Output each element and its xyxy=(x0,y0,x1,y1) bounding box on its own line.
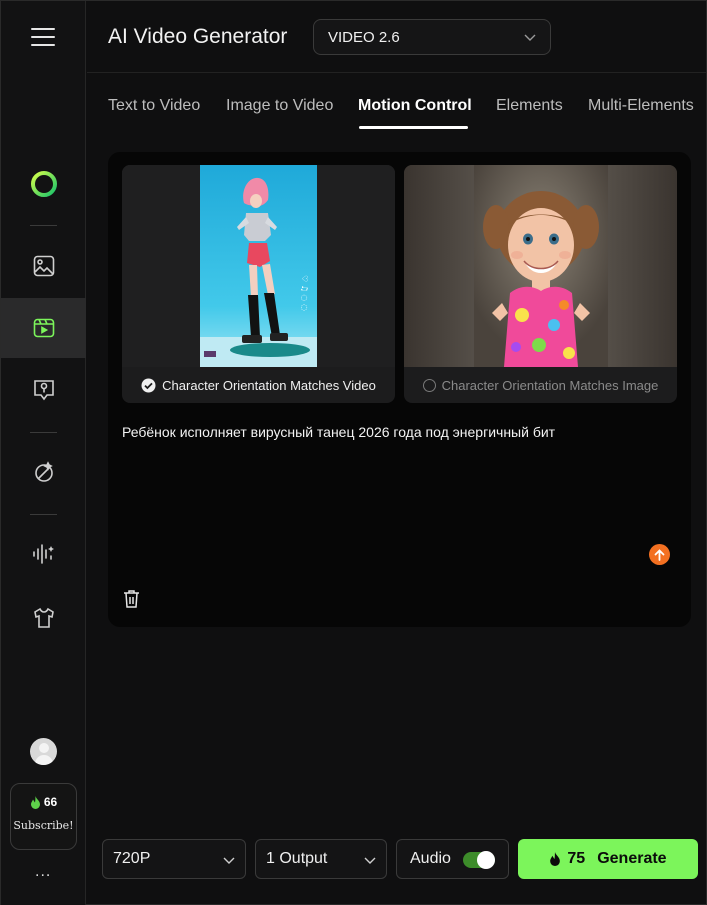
tab-motion-control[interactable]: Motion Control xyxy=(358,97,472,115)
header: AI Video Generator VIDEO 2.6 xyxy=(87,1,706,73)
upload-button[interactable] xyxy=(649,544,670,565)
reference-image-card[interactable]: Character Orientation Matches Image xyxy=(404,165,677,403)
image-icon[interactable] xyxy=(1,236,86,296)
svg-text:♡ ♫ ◌ ◌: ♡ ♫ ◌ ◌ xyxy=(300,275,309,311)
delete-button[interactable] xyxy=(122,589,141,614)
tab-multi-elements[interactable]: Multi-Elements xyxy=(588,97,694,115)
reference-video-card[interactable]: ♡ ♫ ◌ ◌ Character Orientation Matches Vi… xyxy=(122,165,395,403)
mode-tabs: Text to Video Image to Video Motion Cont… xyxy=(87,73,706,133)
more-options-icon[interactable]: ... xyxy=(35,863,51,881)
flame-icon xyxy=(30,795,40,809)
menu-icon[interactable] xyxy=(31,28,55,48)
reference-video-thumbnail[interactable]: ♡ ♫ ◌ ◌ xyxy=(122,165,395,367)
radio-unselected-icon xyxy=(422,378,436,392)
generate-label: Generate xyxy=(597,850,667,867)
video-icon[interactable] xyxy=(1,298,86,358)
check-circle-icon xyxy=(141,378,156,392)
motion-control-panel: ♡ ♫ ◌ ◌ Character Orientation Matches Vi… xyxy=(108,152,691,627)
tab-image-to-video[interactable]: Image to Video xyxy=(226,97,333,115)
credits-count: 66 xyxy=(43,795,58,809)
kling-logo-icon[interactable] xyxy=(1,154,86,214)
magic-edit-icon[interactable] xyxy=(1,442,86,502)
generate-cost: 75 xyxy=(567,850,586,867)
chevron-down-icon xyxy=(223,857,235,864)
flame-icon xyxy=(550,852,561,866)
model-select[interactable]: VIDEO 2.6 xyxy=(313,19,551,55)
resolution-select[interactable]: 720P xyxy=(102,839,246,879)
avatar-effect-icon[interactable] xyxy=(1,360,86,420)
video-orientation-label: Character Orientation Matches Video xyxy=(162,377,376,393)
video-orientation-option[interactable]: Character Orientation Matches Video xyxy=(122,371,395,399)
avatar[interactable] xyxy=(30,738,57,765)
chevron-down-icon xyxy=(364,857,376,864)
image-orientation-label: Character Orientation Matches Image xyxy=(441,377,659,393)
sidebar: 66 Subscribe! ... xyxy=(1,1,86,905)
prompt-text[interactable]: Ребёнок исполняет вирусный танец 2026 го… xyxy=(122,423,672,441)
tshirt-icon[interactable] xyxy=(1,588,86,648)
model-select-value: VIDEO 2.6 xyxy=(328,28,400,46)
audio-control[interactable]: Audio xyxy=(396,839,509,879)
trash-icon xyxy=(124,590,139,608)
audio-label: Audio xyxy=(410,850,451,867)
audio-toggle[interactable] xyxy=(463,851,495,869)
generate-button[interactable]: 75 Generate xyxy=(518,839,698,879)
image-orientation-option[interactable]: Character Orientation Matches Image xyxy=(404,371,677,399)
chevron-down-icon xyxy=(524,34,536,41)
output-count-select[interactable]: 1 Output xyxy=(255,839,387,879)
app-window: 66 Subscribe! ... AI Video Generator VID… xyxy=(0,0,707,905)
reference-image-thumbnail[interactable] xyxy=(404,165,677,367)
arrow-up-icon xyxy=(654,548,665,561)
tab-elements[interactable]: Elements xyxy=(496,97,563,115)
audio-icon[interactable] xyxy=(1,524,86,584)
resolution-value: 720P xyxy=(113,850,151,867)
subscribe-label: Subscribe! xyxy=(13,819,74,832)
credits-subscribe-box[interactable]: 66 Subscribe! xyxy=(10,783,77,850)
active-tab-indicator xyxy=(359,126,468,129)
tab-text-to-video[interactable]: Text to Video xyxy=(108,97,200,115)
output-count-value: 1 Output xyxy=(266,850,328,867)
page-title: AI Video Generator xyxy=(108,25,288,48)
